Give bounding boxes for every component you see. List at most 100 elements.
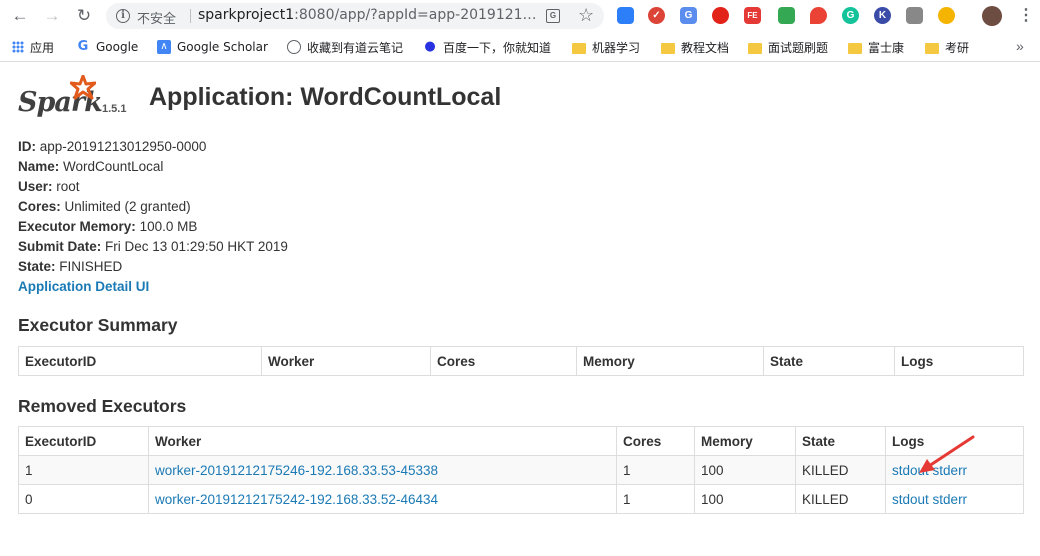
cores-cell: 1 [616, 455, 695, 485]
prop-key: Cores: [18, 199, 61, 214]
logs-cell: stdout stderr [885, 484, 1024, 514]
prop-key: Executor Memory: [18, 219, 136, 234]
spark-version: 1.5.1 [102, 103, 127, 115]
url-text[interactable]: sparkproject1:8080/app/?appId=app-201912… [198, 7, 537, 23]
app-properties: ID: app-20191213012950-0000 Name: WordCo… [18, 137, 288, 297]
prop-executor-memory: Executor Memory: 100.0 MB [18, 217, 288, 237]
bookmark-folder-foxconn[interactable]: 富士康 [848, 39, 904, 55]
prop-value: FINISHED [59, 259, 123, 274]
extension-mail-icon[interactable] [906, 7, 923, 24]
bookmark-label: 收藏到有道云笔记 [307, 40, 404, 55]
prop-user: User: root [18, 177, 288, 197]
bookmark-baidu[interactable]: ● 百度一下，你就知道 [423, 39, 551, 55]
extension-fe-icon[interactable]: FE [744, 7, 761, 24]
browser-menu-icon[interactable]: ⋮ [1018, 5, 1034, 25]
folder-icon [661, 42, 675, 54]
cores-cell: 1 [616, 484, 695, 514]
worker-link[interactable]: worker-20191212175242-192.168.33.52-4643… [155, 492, 438, 507]
worker-cell: worker-20191212175246-192.168.33.53-4533… [148, 455, 617, 485]
column-header[interactable]: Memory [576, 346, 764, 376]
state-cell: KILLED [795, 455, 886, 485]
bookmark-label: 面试题刷题 [768, 40, 829, 55]
stdout-link[interactable]: stdout [892, 492, 929, 507]
red-annotation-arrow-icon [919, 435, 975, 473]
bookmark-folder-docs[interactable]: 教程文档 [661, 39, 729, 55]
translate-icon[interactable]: G [546, 9, 560, 23]
forward-arrow-icon[interactable]: → [42, 6, 62, 26]
executor-id: 1 [18, 455, 149, 485]
address-bar[interactable]: i 不安全 sparkproject1:8080/app/?appId=app-… [106, 3, 604, 29]
executor-summary-table: ExecutorID Worker Cores Memory State Log… [18, 346, 1024, 376]
info-icon[interactable]: i [116, 9, 130, 23]
prop-key: State: [18, 259, 56, 274]
prop-key: User: [18, 179, 53, 194]
column-header[interactable]: State [795, 426, 886, 456]
column-header[interactable]: State [763, 346, 895, 376]
folder-icon [848, 42, 862, 54]
table-row: 1 worker-20191212175246-192.168.33.53-45… [18, 455, 1024, 485]
removed-executors-table: ExecutorID Worker Cores Memory State Log… [18, 426, 1024, 514]
bookmark-youdao[interactable]: 收藏到有道云笔记 [287, 39, 403, 55]
prop-key: Submit Date: [18, 239, 102, 254]
removed-executors-title: Removed Executors [18, 396, 187, 416]
prop-name: Name: WordCountLocal [18, 157, 288, 177]
column-header[interactable]: Cores [430, 346, 577, 376]
bookmark-star-icon[interactable]: ☆ [578, 5, 594, 26]
extension-check-icon[interactable]: ✓ [648, 7, 665, 24]
prop-key: ID: [18, 139, 36, 154]
reload-icon[interactable]: ↻ [74, 6, 94, 26]
more-bookmarks-icon[interactable]: » [1016, 38, 1024, 54]
bookmark-folder-ml[interactable]: 机器学习 [572, 39, 640, 55]
bookmark-folder-interview[interactable]: 面试题刷题 [748, 39, 828, 55]
column-header[interactable]: Worker [148, 426, 617, 456]
browser-toolbar: ← → ↻ i 不安全 sparkproject1:8080/app/?appI… [0, 0, 1040, 32]
spark-app-page: Spark 1.5.1 Application: WordCountLocal … [0, 63, 1040, 556]
page-title: Application: WordCountLocal [149, 83, 502, 111]
memory-cell: 100 [694, 484, 796, 514]
prop-value: root [56, 179, 80, 194]
spark-logo[interactable]: Spark 1.5.1 [18, 75, 130, 119]
column-header[interactable]: Memory [694, 426, 796, 456]
bookmark-google-scholar[interactable]: ∧ Google Scholar [157, 39, 268, 55]
column-header[interactable]: ExecutorID [18, 426, 149, 456]
application-detail-ui-link[interactable]: Application Detail UI [18, 279, 149, 294]
prop-value: app-20191213012950-0000 [39, 139, 207, 154]
prop-cores: Cores: Unlimited (2 granted) [18, 197, 288, 217]
extension-blue-icon[interactable] [617, 7, 634, 24]
url-host: sparkproject1 [198, 7, 295, 23]
extension-shield-icon[interactable] [778, 7, 795, 24]
executor-id: 0 [18, 484, 149, 514]
column-header[interactable]: Logs [894, 346, 1024, 376]
table-row: 0 worker-20191212175242-192.168.33.52-46… [18, 484, 1024, 514]
profile-avatar[interactable] [982, 6, 1002, 26]
prop-detail-link: Application Detail UI [18, 277, 288, 297]
extension-translate-icon[interactable]: G [680, 7, 697, 24]
bookmark-label: 应用 [30, 40, 55, 55]
bookmark-apps[interactable]: 应用 [12, 39, 54, 55]
insecure-label[interactable]: 不安全 [137, 8, 176, 27]
worker-link[interactable]: worker-20191212175246-192.168.33.53-4533… [155, 463, 438, 478]
column-header[interactable]: Worker [261, 346, 431, 376]
back-arrow-icon[interactable]: ← [10, 6, 30, 26]
prop-key: Name: [18, 159, 60, 174]
extension-weibo-icon[interactable] [712, 7, 729, 24]
bookmark-google[interactable]: G Google [76, 39, 139, 55]
bookmark-label: Google [96, 40, 139, 54]
prop-value: WordCountLocal [63, 159, 164, 174]
stderr-link[interactable]: stderr [933, 492, 968, 507]
worker-cell: worker-20191212175242-192.168.33.52-4643… [148, 484, 617, 514]
column-header[interactable]: Cores [616, 426, 695, 456]
extension-grammarly-icon[interactable]: G [842, 7, 859, 24]
folder-icon [748, 42, 762, 54]
folder-icon [925, 42, 939, 54]
bookmark-label: 机器学习 [592, 40, 641, 55]
extension-pin-icon[interactable] [810, 7, 827, 24]
spark-star-icon [70, 75, 96, 100]
bookmark-folder-kaoyan[interactable]: 考研 [925, 39, 969, 55]
prop-submit-date: Submit Date: Fri Dec 13 01:29:50 HKT 201… [18, 237, 288, 257]
extension-owl-icon[interactable] [938, 7, 955, 24]
extension-k-icon[interactable]: K [874, 7, 891, 24]
executor-summary-title: Executor Summary [18, 315, 178, 335]
url-divider [190, 9, 191, 23]
column-header[interactable]: ExecutorID [18, 346, 262, 376]
